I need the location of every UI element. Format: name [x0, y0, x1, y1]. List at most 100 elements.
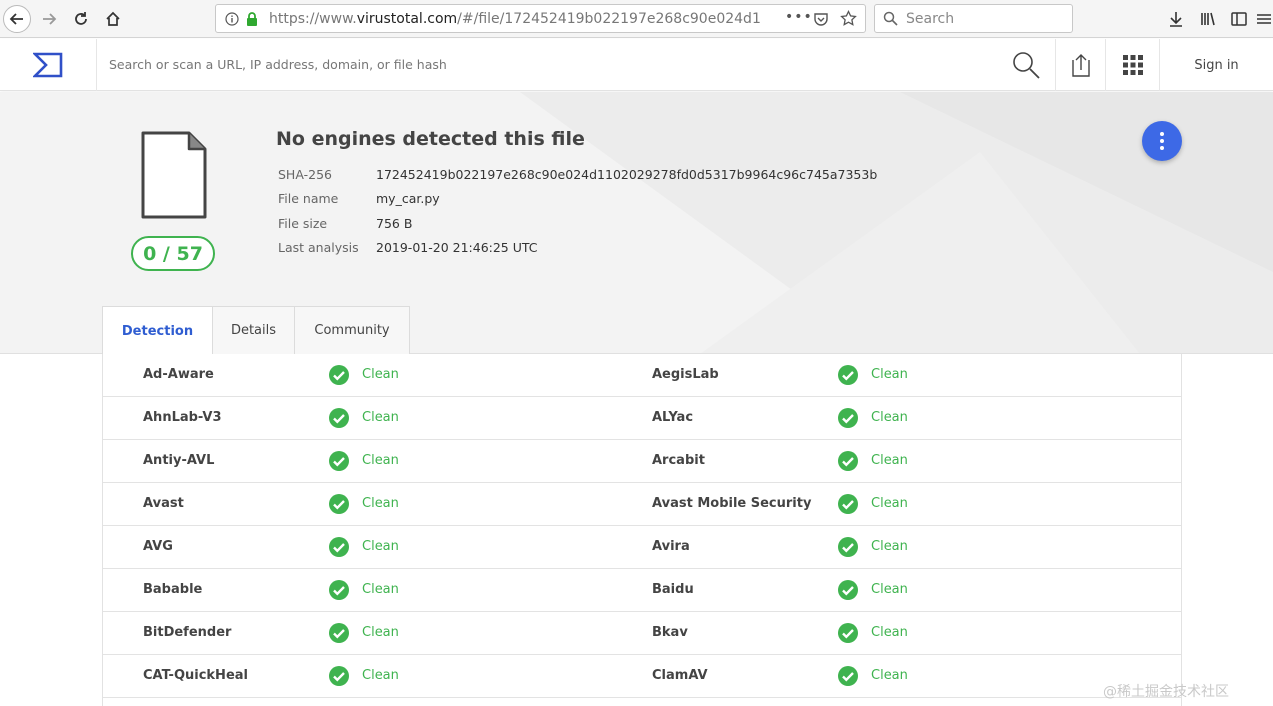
url-prefix: https://www.: [269, 11, 357, 27]
result-row: Antiy-AVL Clean Arcabit Clean: [103, 440, 1181, 483]
status-clean: Clean: [362, 453, 399, 468]
url-text: https://www.virustotal.com/#/file/172452…: [269, 11, 769, 27]
engine-name: Babable: [143, 582, 203, 597]
magnifier-icon: [1013, 52, 1040, 79]
result-row: BitDefender Clean Bkav Clean: [103, 612, 1181, 655]
virustotal-logo[interactable]: [0, 39, 97, 91]
engine-name: Baidu: [652, 582, 694, 597]
filesize-value: 756 B: [376, 216, 413, 231]
meta-label: Last analysis: [278, 240, 359, 255]
meta-label: File name: [278, 191, 339, 206]
pocket-icon[interactable]: [813, 11, 829, 27]
check-circle-icon: [838, 408, 858, 428]
check-circle-icon: [329, 494, 349, 514]
bookmark-star-icon[interactable]: [840, 10, 857, 27]
engine-name: AegisLab: [652, 367, 719, 382]
status-clean: Clean: [871, 582, 908, 597]
file-icon: [141, 131, 207, 219]
back-button[interactable]: [3, 5, 31, 33]
summary-title: No engines detected this file: [276, 128, 585, 150]
result-row: CAT-QuickHeal Clean ClamAV Clean: [103, 655, 1181, 698]
engine-name: CAT-QuickHeal: [143, 668, 248, 683]
result-row: Avast Clean Avast Mobile Security Clean: [103, 483, 1181, 526]
check-circle-icon: [838, 537, 858, 557]
site-search-input[interactable]: Search or scan a URL, IP address, domain…: [109, 57, 447, 72]
site-header: Search or scan a URL, IP address, domain…: [0, 39, 1273, 91]
engine-name: Avast: [143, 496, 184, 511]
filename-value: my_car.py: [376, 191, 440, 206]
check-circle-icon: [838, 666, 858, 686]
status-clean: Clean: [362, 496, 399, 511]
menu-icon[interactable]: [1254, 9, 1273, 29]
check-circle-icon: [838, 451, 858, 471]
result-row: AVG Clean Avira Clean: [103, 526, 1181, 569]
watermark: @稀土掘金技术社区: [1103, 684, 1229, 700]
reload-icon: [75, 12, 87, 25]
engine-name: ClamAV: [652, 668, 708, 683]
library-icon[interactable]: [1198, 9, 1218, 29]
sign-in-label: Sign in: [1194, 57, 1239, 73]
status-clean: Clean: [362, 539, 399, 554]
browser-toolbar: https://www.virustotal.com/#/file/172452…: [0, 0, 1273, 38]
status-clean: Clean: [362, 582, 399, 597]
downloads-icon[interactable]: [1166, 9, 1186, 29]
upload-icon: [1071, 54, 1090, 77]
status-clean: Clean: [871, 410, 908, 425]
search-icon: [883, 11, 898, 26]
result-row: Ad-Aware Clean AegisLab Clean: [103, 354, 1181, 397]
status-clean: Clean: [362, 668, 399, 683]
check-circle-icon: [838, 580, 858, 600]
report-tabs: Detection Details Community: [102, 306, 410, 355]
check-circle-icon: [329, 408, 349, 428]
status-clean: Clean: [871, 668, 908, 683]
home-button[interactable]: [99, 5, 127, 33]
result-row: Babable Clean Baidu Clean: [103, 569, 1181, 612]
address-bar[interactable]: https://www.virustotal.com/#/file/172452…: [215, 4, 866, 33]
status-clean: Clean: [871, 539, 908, 554]
status-clean: Clean: [871, 625, 908, 640]
search-button[interactable]: [997, 39, 1055, 91]
detection-results: Ad-Aware Clean AegisLab Clean AhnLab-V3 Clean…: [102, 354, 1182, 706]
check-circle-icon: [838, 494, 858, 514]
check-circle-icon: [329, 580, 349, 600]
back-arrow-icon: [9, 13, 23, 25]
home-icon: [106, 11, 120, 26]
info-icon[interactable]: [225, 12, 239, 26]
result-row: AhnLab-V3 Clean ALYac Clean: [103, 397, 1181, 440]
reload-button[interactable]: [67, 5, 95, 33]
last-analysis-value: 2019-01-20 21:46:25 UTC: [376, 240, 538, 255]
tab-detection[interactable]: Detection: [102, 306, 213, 355]
page-actions-icon[interactable]: •••: [785, 9, 813, 25]
tab-community[interactable]: Community: [294, 306, 410, 354]
sha256-value: 172452419b022197e268c90e024d1102029278fd…: [376, 167, 878, 182]
sign-in-link[interactable]: Sign in: [1159, 39, 1273, 91]
engine-name: AVG: [143, 539, 173, 554]
status-clean: Clean: [871, 367, 908, 382]
meta-label: File size: [278, 216, 328, 231]
apps-grid-icon: [1122, 55, 1143, 75]
status-clean: Clean: [871, 453, 908, 468]
engine-name: Bkav: [652, 625, 688, 640]
virustotal-logo-icon: [33, 52, 63, 78]
check-circle-icon: [838, 623, 858, 643]
more-options-button[interactable]: [1142, 121, 1182, 161]
meta-label: SHA-256: [278, 167, 332, 182]
apps-button[interactable]: [1105, 39, 1159, 91]
forward-button[interactable]: [35, 5, 63, 33]
upload-button[interactable]: [1055, 39, 1105, 91]
browser-search-input[interactable]: Search: [874, 4, 1073, 33]
tab-details[interactable]: Details: [212, 306, 295, 354]
sidebar-icon[interactable]: [1229, 9, 1249, 29]
detection-score: 0 / 57: [131, 236, 215, 271]
engine-name: BitDefender: [143, 625, 232, 640]
url-path: /#/file/172452419b022197e268c90e024d1: [457, 11, 761, 27]
check-circle-icon: [838, 365, 858, 385]
forward-arrow-icon: [43, 13, 57, 25]
engine-name: ALYac: [652, 410, 694, 425]
status-clean: Clean: [362, 625, 399, 640]
engine-name: AhnLab-V3: [143, 410, 222, 425]
url-host: virustotal.com: [356, 11, 458, 27]
status-clean: Clean: [362, 367, 399, 382]
check-circle-icon: [329, 623, 349, 643]
lock-icon: [247, 12, 257, 26]
